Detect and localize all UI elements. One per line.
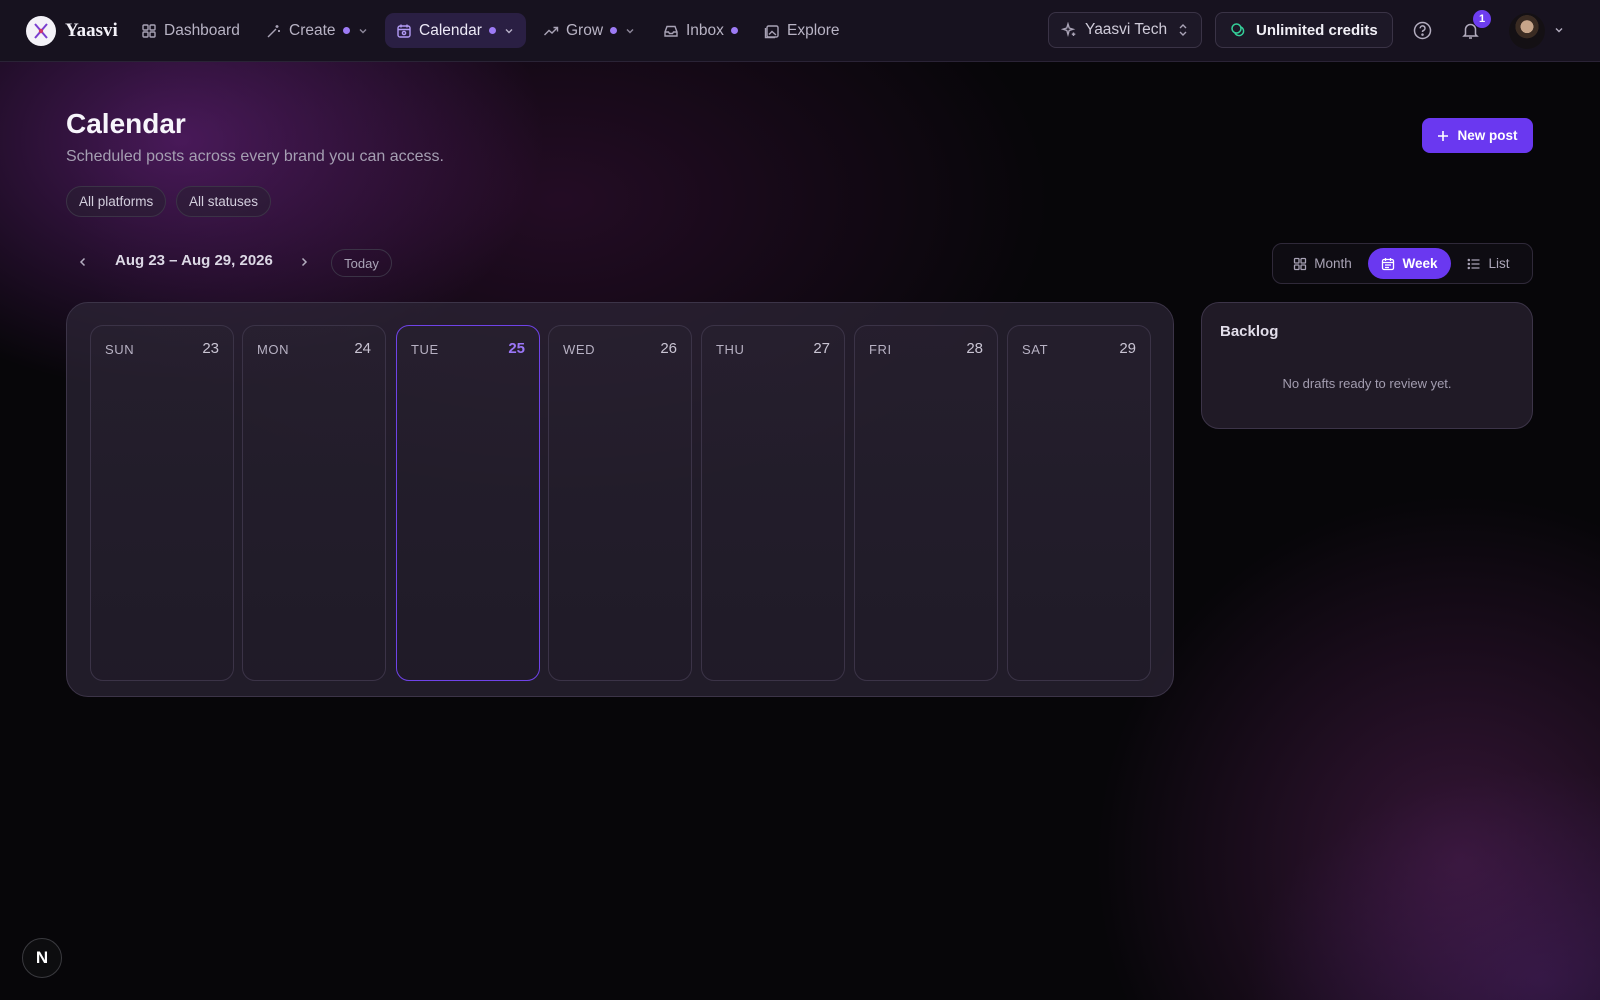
page-title: Calendar bbox=[66, 108, 186, 139]
nav-create-dot bbox=[342, 27, 350, 34]
nav-explore[interactable]: Explore bbox=[753, 13, 851, 48]
dashboard-grid-icon bbox=[142, 23, 156, 38]
nav-grow-label: Grow bbox=[566, 21, 604, 39]
day-name: SUN bbox=[105, 342, 135, 357]
nav-inbox[interactable]: Inbox bbox=[652, 13, 749, 48]
backlog-panel: Backlog No drafts ready to review yet. bbox=[1201, 302, 1533, 429]
magic-wand-icon bbox=[267, 24, 280, 37]
page-subtitle: Scheduled posts across every brand you c… bbox=[66, 148, 444, 165]
nav-explore-label: Explore bbox=[787, 21, 840, 39]
inbox-tray-icon bbox=[664, 25, 678, 37]
nav-inbox-dot bbox=[730, 27, 738, 34]
dev-tools-badge[interactable]: N bbox=[22, 938, 62, 978]
help-circle-icon bbox=[1413, 21, 1431, 39]
platform-filter[interactable]: All platforms bbox=[66, 186, 167, 217]
day-column-sun[interactable]: SUN 23 bbox=[90, 325, 234, 681]
chevron-left-icon bbox=[79, 257, 86, 267]
chevron-down-icon[interactable] bbox=[1553, 24, 1565, 36]
trend-up-icon bbox=[544, 26, 559, 35]
nav-inbox-label: Inbox bbox=[686, 21, 724, 39]
brand-logo[interactable]: Yaasvi bbox=[26, 16, 118, 46]
brand-name: Yaasvi bbox=[65, 20, 118, 41]
day-name: FRI bbox=[869, 342, 892, 357]
day-column-fri[interactable]: FRI 28 bbox=[854, 325, 998, 681]
grid-icon bbox=[1294, 257, 1307, 270]
brand-logo-icon bbox=[26, 16, 56, 46]
backlog-empty-state: No drafts ready to review yet. bbox=[1282, 376, 1452, 391]
chevron-right-icon bbox=[301, 257, 308, 267]
day-number: 28 bbox=[966, 340, 983, 357]
list-icon bbox=[1468, 258, 1480, 269]
date-range-label: Aug 23 – Aug 29, 2026 bbox=[115, 252, 273, 269]
nav-grow-dot bbox=[610, 27, 618, 34]
day-column-wed[interactable]: WED 26 bbox=[548, 325, 692, 681]
workspace-name: Yaasvi Tech bbox=[1085, 21, 1168, 38]
day-number: 27 bbox=[813, 340, 830, 357]
notification-count-badge: 1 bbox=[1473, 10, 1491, 28]
chevron-down-icon bbox=[505, 28, 513, 33]
coins-icon bbox=[1231, 22, 1245, 36]
day-name: THU bbox=[716, 342, 745, 357]
nav-calendar-dot bbox=[488, 27, 496, 34]
view-week-label: Week bbox=[1402, 256, 1438, 271]
view-week-button[interactable]: Week bbox=[1368, 248, 1451, 279]
view-switcher: Month Week List bbox=[1272, 243, 1533, 284]
day-number: 26 bbox=[660, 340, 677, 357]
day-column-tue[interactable]: TUE 25 bbox=[396, 325, 540, 681]
workspace-switcher[interactable]: Yaasvi Tech bbox=[1048, 12, 1202, 48]
credits-label: Unlimited credits bbox=[1256, 21, 1378, 39]
nav-dashboard[interactable]: Dashboard bbox=[130, 13, 251, 48]
status-filter[interactable]: All statuses bbox=[176, 186, 272, 217]
backlog-title: Backlog bbox=[1220, 323, 1279, 340]
day-number-today: 25 bbox=[508, 340, 525, 357]
chevron-down-icon bbox=[626, 28, 634, 33]
calendar-icon bbox=[1382, 257, 1395, 270]
day-name: WED bbox=[563, 342, 596, 357]
day-column-sat[interactable]: SAT 29 bbox=[1007, 325, 1151, 681]
previous-week-button[interactable] bbox=[71, 250, 95, 274]
help-button[interactable] bbox=[1408, 16, 1436, 44]
nav-calendar-label: Calendar bbox=[419, 21, 482, 39]
view-list-button[interactable]: List bbox=[1451, 248, 1526, 279]
top-navigation-bar: Yaasvi Dashboard Create Calendar Grow In… bbox=[0, 0, 1600, 62]
today-button[interactable]: Today bbox=[331, 249, 392, 277]
day-number: 24 bbox=[354, 340, 371, 357]
week-calendar-panel: SUN 23 MON 24 TUE 25 WED 26 THU 27 FRI 2… bbox=[66, 302, 1174, 697]
new-post-button[interactable]: New post bbox=[1422, 118, 1533, 153]
next-week-button[interactable] bbox=[292, 250, 316, 274]
credits-button[interactable]: Unlimited credits bbox=[1215, 12, 1393, 48]
nav-grow[interactable]: Grow bbox=[532, 13, 647, 48]
dev-tools-letter: N bbox=[35, 948, 49, 967]
day-column-thu[interactable]: THU 27 bbox=[701, 325, 845, 681]
new-post-label: New post bbox=[1457, 128, 1518, 143]
day-number: 29 bbox=[1119, 340, 1136, 357]
view-month-label: Month bbox=[1314, 256, 1352, 271]
main-content: Calendar Scheduled posts across every br… bbox=[0, 62, 1600, 1000]
day-name: MON bbox=[257, 342, 290, 357]
nav-dashboard-label: Dashboard bbox=[164, 21, 240, 39]
plus-icon bbox=[1438, 130, 1449, 141]
nav-create[interactable]: Create bbox=[255, 13, 380, 48]
day-name: TUE bbox=[411, 342, 439, 357]
user-avatar[interactable] bbox=[1509, 13, 1545, 49]
calendar-icon bbox=[397, 24, 411, 38]
gallery-icon bbox=[764, 24, 779, 38]
nav-create-label: Create bbox=[289, 21, 336, 39]
day-number: 23 bbox=[202, 340, 219, 357]
day-column-mon[interactable]: MON 24 bbox=[242, 325, 386, 681]
chevron-down-icon bbox=[359, 28, 367, 33]
sparkle-icon bbox=[1061, 22, 1076, 37]
view-month-button[interactable]: Month bbox=[1277, 248, 1368, 279]
chevron-updown-icon bbox=[1179, 24, 1187, 36]
nav-calendar[interactable]: Calendar bbox=[385, 13, 526, 48]
day-name: SAT bbox=[1022, 342, 1049, 357]
view-list-label: List bbox=[1488, 256, 1510, 271]
